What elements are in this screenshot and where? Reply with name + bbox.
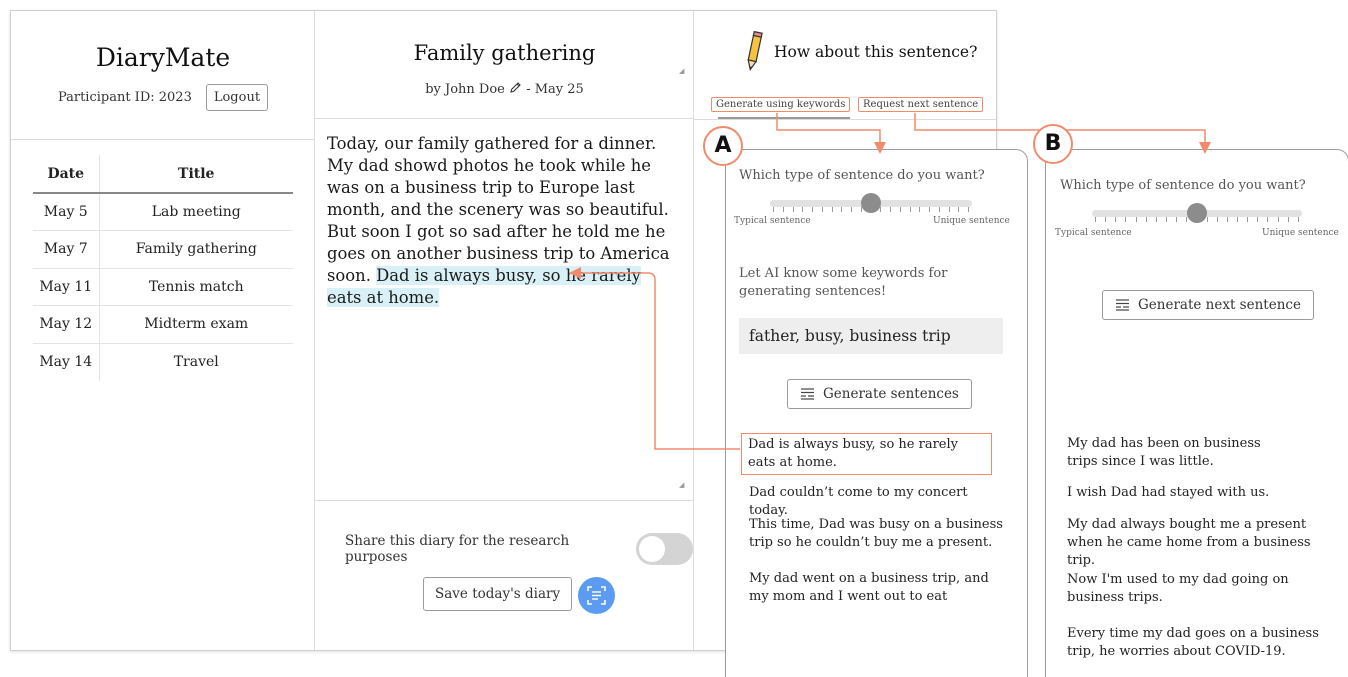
suggestion-item[interactable]: My dad went on a business trip, and my m… (749, 570, 1009, 606)
entry-date: May 12 (33, 305, 100, 344)
entry-title[interactable]: Family gathering (99, 230, 293, 269)
suggestion-item[interactable]: Now I'm used to my dad going on business… (1067, 571, 1337, 607)
entry-title[interactable]: Midterm exam (99, 305, 293, 344)
entry-title[interactable]: Lab meeting (99, 193, 293, 231)
slider-max-label: Unique sentence (1262, 228, 1339, 238)
next-sentence-panel: Which type of sentence do you want? Typi… (1045, 149, 1348, 677)
keyword-input[interactable] (739, 318, 1003, 354)
divider (694, 119, 996, 120)
edit-pencil-icon[interactable] (509, 82, 526, 97)
divider (315, 118, 693, 119)
list-icon (1116, 299, 1129, 311)
generate-next-sentence-label: Generate next sentence (1138, 297, 1301, 313)
toggle-knob (639, 536, 666, 562)
suggestion-item[interactable]: I wish Dad had stayed with us. (1067, 484, 1337, 502)
divider (315, 500, 693, 501)
sentence-type-question: Which type of sentence do you want? (739, 168, 985, 183)
save-diary-button[interactable]: Save today's diary (423, 577, 573, 611)
table-row[interactable]: May 11 Tennis match (33, 268, 293, 306)
table-row[interactable]: May 7 Family gathering (33, 230, 293, 269)
marker-a: A (703, 126, 743, 166)
diary-date: - May 25 (526, 82, 584, 97)
keyword-generation-panel: Which type of sentence do you want? Typi… (725, 149, 1028, 677)
list-icon (801, 388, 814, 400)
tab-generate-keywords[interactable]: Generate using keywords (711, 97, 851, 112)
sentence-type-slider[interactable] (1092, 203, 1302, 228)
suggestion-item[interactable]: My dad has been on business trips since … (1067, 435, 1287, 471)
entry-date: May 5 (33, 193, 100, 231)
suggestion-item-selected[interactable]: Dad is always busy, so he rarely eats at… (741, 433, 992, 475)
diary-body-textarea[interactable]: Today, our family gathered for a dinner.… (327, 133, 679, 309)
diary-title[interactable]: Family gathering (315, 41, 694, 65)
scan-document-button[interactable] (578, 577, 615, 614)
marker-b: B (1033, 124, 1073, 164)
app-title: DiaryMate (95, 43, 231, 72)
sentence-type-question: Which type of sentence do you want? (1060, 178, 1306, 193)
pencil-icon (747, 31, 763, 72)
slider-min-label: Typical sentence (1055, 228, 1132, 238)
slider-min-label: Typical sentence (734, 216, 811, 226)
diary-list-table: Date Title May 5 Lab meeting May 7 Famil… (33, 155, 293, 381)
share-toggle[interactable] (636, 533, 693, 565)
generate-sentences-label: Generate sentences (823, 386, 959, 402)
entry-date: May 7 (33, 230, 100, 269)
assistant-prompt: How about this sentence? (774, 43, 978, 61)
resize-handle-icon[interactable]: ◢ (679, 481, 684, 489)
keyword-prompt-label: Let AI know some keywords for generating… (739, 266, 948, 299)
slider-max-label: Unique sentence (933, 216, 1010, 226)
slider-thumb[interactable] (1187, 203, 1207, 223)
sentence-type-slider[interactable] (770, 193, 972, 218)
entry-date: May 14 (33, 343, 100, 381)
slider-thumb[interactable] (861, 193, 881, 213)
suggestion-item[interactable]: Dad couldn’t come to my concert today. (749, 484, 1009, 520)
table-row[interactable]: May 12 Midterm exam (33, 305, 293, 344)
tab-request-next[interactable]: Request next sentence (858, 97, 984, 112)
entry-date: May 11 (33, 268, 100, 306)
suggestion-item[interactable]: Every time my dad goes on a business tri… (1067, 625, 1337, 661)
sidebar: DiaryMate Participant ID: 2023 Logout Da… (11, 11, 315, 650)
column-header-date: Date (33, 155, 100, 194)
generate-sentences-button[interactable]: Generate sentences (787, 379, 972, 409)
logout-button[interactable]: Logout (205, 84, 269, 111)
entry-title[interactable]: Travel (99, 343, 293, 381)
suggestion-item[interactable]: This time, Dad was busy on a business tr… (749, 516, 1009, 552)
share-label: Share this diary for the research purpos… (345, 533, 570, 565)
diary-body-text: Today, our family gathered for a dinner.… (327, 134, 670, 285)
table-row[interactable]: May 5 Lab meeting (33, 193, 293, 231)
suggestion-item[interactable]: My dad always bought me a present when h… (1067, 516, 1337, 570)
diary-editor: Family gathering ◢ by John Doe - May 25 … (315, 11, 694, 650)
share-row: Share this diary for the research purpos… (345, 533, 693, 565)
entry-title[interactable]: Tennis match (99, 268, 293, 306)
scan-icon (587, 586, 606, 605)
divider (11, 139, 314, 140)
table-row[interactable]: May 14 Travel (33, 343, 293, 381)
participant-row: Participant ID: 2023 Logout (11, 84, 315, 111)
column-header-title: Title (99, 155, 293, 194)
author-name: by John Doe (425, 82, 505, 97)
generate-next-sentence-button[interactable]: Generate next sentence (1102, 290, 1314, 320)
resize-handle-icon[interactable]: ◢ (679, 67, 684, 75)
byline: by John Doe - May 25 (315, 81, 694, 97)
participant-id: Participant ID: 2023 (57, 90, 192, 105)
